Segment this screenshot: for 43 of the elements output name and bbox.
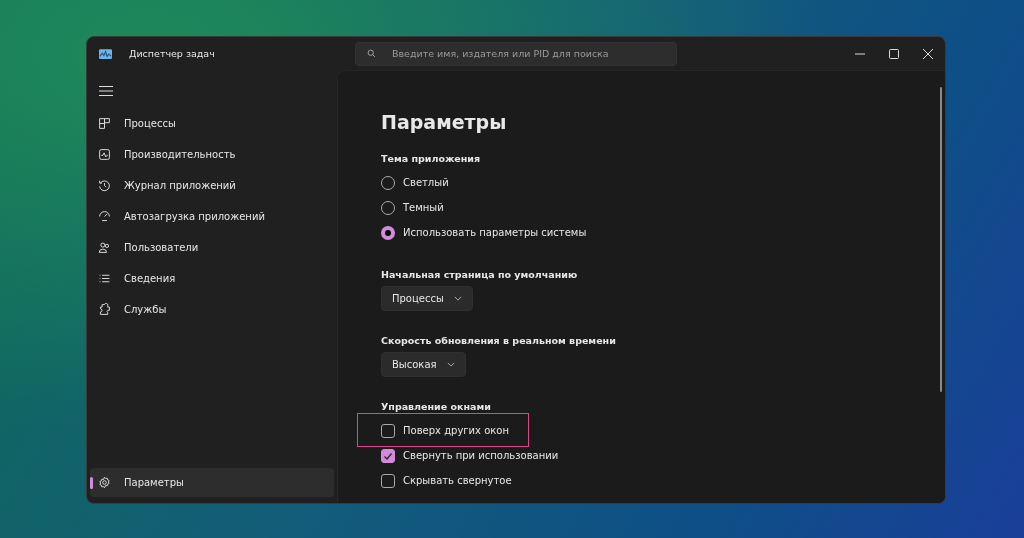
checkbox[interactable] (381, 423, 395, 438)
menu-icon (99, 85, 113, 97)
search-field[interactable]: Введите имя, издателя или PID для поиска (355, 41, 677, 66)
nav-item[interactable]: Автозагрузка приложений (90, 202, 334, 231)
users-icon (98, 241, 111, 254)
puzzle-icon (98, 303, 111, 316)
grid-icon (98, 117, 111, 130)
section-heading: Скорость обновления в реальном времени (381, 335, 617, 346)
nav-item[interactable]: Службы (90, 295, 334, 324)
nav-item[interactable]: Журнал приложений (90, 171, 334, 200)
caret-icon (446, 362, 455, 367)
app-icon (99, 48, 112, 59)
search-icon (367, 49, 376, 58)
nav-item[interactable]: Производительность (90, 140, 334, 169)
check-icon (383, 450, 393, 461)
settings-icon (98, 476, 111, 489)
history-icon (98, 179, 111, 192)
gauge-icon (98, 210, 111, 223)
option-label: Темный (403, 202, 444, 213)
radio-button[interactable] (381, 225, 395, 240)
section-heading: Начальная страница по умолчанию (381, 269, 579, 280)
option-label: Скрывать свернутое (403, 475, 512, 486)
dropdown[interactable]: Высокая (381, 352, 466, 377)
scrollbar[interactable] (940, 87, 942, 392)
maximize-icon (889, 48, 899, 59)
nav-item[interactable]: Процессы (90, 109, 334, 138)
close-icon (923, 48, 933, 59)
checkbox[interactable] (381, 473, 395, 488)
section-heading: Тема приложения (381, 153, 482, 164)
nav-item[interactable]: Пользователи (90, 233, 334, 262)
pulse-icon (98, 148, 111, 161)
window-title: Диспетчер задач (129, 48, 215, 59)
nav-item[interactable]: Параметры (90, 468, 334, 497)
nav-item[interactable]: Сведения (90, 264, 334, 293)
option-label: Поверх других окон (403, 425, 509, 436)
option-label: Использовать параметры системы (403, 227, 587, 238)
page-title: Параметры (381, 111, 508, 133)
option-label: Светлый (403, 177, 449, 188)
section-heading: Управление окнами (381, 401, 492, 412)
option-label: Свернуть при использовании (403, 450, 559, 461)
checkbox[interactable] (381, 448, 395, 463)
caret-icon (453, 296, 462, 301)
dropdown[interactable]: Процессы (381, 286, 473, 311)
